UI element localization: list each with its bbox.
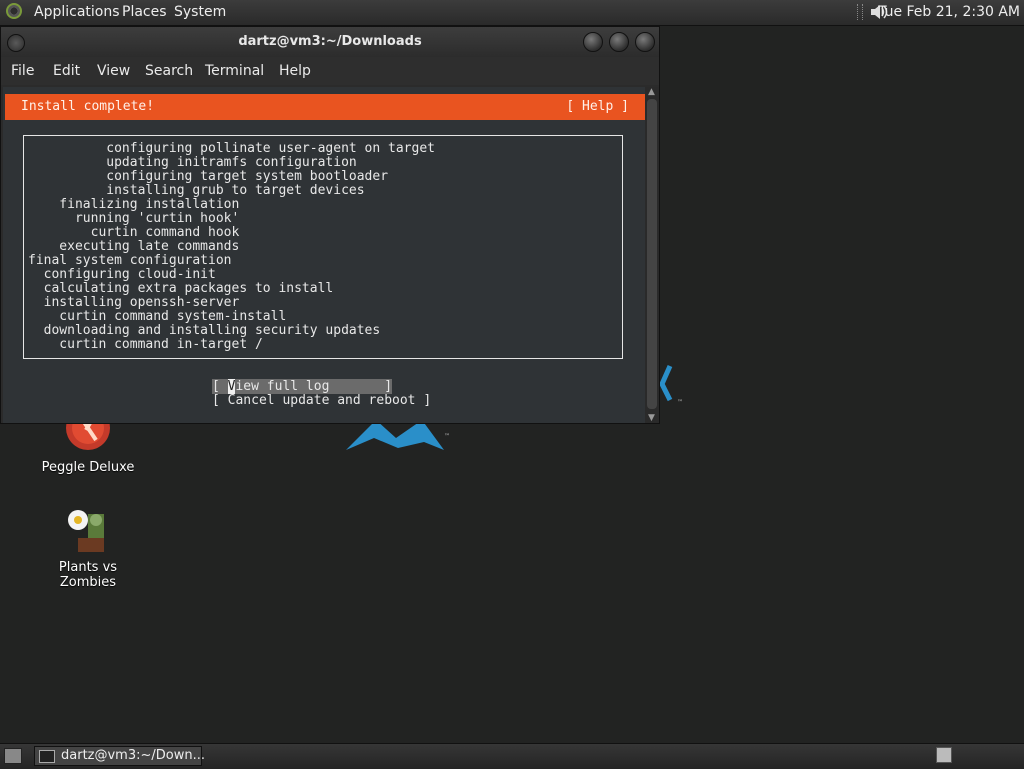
- window-title: dartz@vm3:~/Downloads: [238, 34, 422, 49]
- applications-menu[interactable]: Applications: [34, 4, 120, 20]
- menu-file[interactable]: File: [11, 63, 34, 79]
- log-line: installing openssh-server: [28, 295, 240, 310]
- terminal-area[interactable]: Install complete! [ Help ] configuring p…: [3, 87, 645, 423]
- installer-header: Install complete! [ Help ]: [5, 94, 645, 120]
- log-line: executing late commands: [28, 239, 240, 254]
- svg-text:™: ™: [677, 399, 683, 406]
- scroll-thumb[interactable]: [647, 99, 657, 409]
- log-line: configuring target system bootloader: [28, 169, 389, 184]
- task-label: dartz@vm3:~/Down...: [61, 748, 205, 763]
- button-label: iew full log: [235, 379, 330, 394]
- taskbar-terminal-button[interactable]: dartz@vm3:~/Down...: [34, 746, 205, 766]
- cancel-update-and-reboot-button[interactable]: [ Cancel update and reboot ]: [212, 394, 431, 408]
- view-full-log-button[interactable]: [ View full log ]: [212, 379, 393, 394]
- log-line: curtin command hook: [28, 225, 240, 240]
- bracket-close: ]: [415, 393, 432, 408]
- terminal-window[interactable]: dartz@vm3:~/Downloads File Edit View Sea…: [0, 26, 660, 424]
- system-menu[interactable]: System: [174, 4, 226, 20]
- plants-vs-zombies-icon: [68, 510, 104, 552]
- bracket-close: ]: [329, 379, 393, 394]
- clock[interactable]: Tue Feb 21, 2:30 AM: [878, 4, 1020, 20]
- svg-text:™: ™: [444, 433, 450, 440]
- log-line: curtin command system-install: [28, 309, 287, 324]
- bottom-panel: dartz@vm3:~/Down...: [0, 743, 1024, 769]
- show-desktop-icon[interactable]: [4, 748, 22, 764]
- log-line: running 'curtin hook': [28, 211, 240, 226]
- desktop-icon-plants-vs-zombies[interactable]: Plants vs Zombies: [33, 506, 143, 590]
- top-panel: Applications Places System Tue Feb 21, 2…: [0, 0, 1024, 26]
- help-button[interactable]: [ Help ]: [566, 99, 629, 114]
- log-line: curtin command in-target /: [28, 337, 263, 352]
- log-line: finalizing installation: [28, 197, 240, 212]
- menu-view[interactable]: View: [97, 63, 130, 79]
- places-menu[interactable]: Places: [122, 4, 167, 20]
- installer-title: Install complete!: [21, 99, 155, 114]
- workspace-switcher[interactable]: [936, 747, 952, 763]
- install-log-box: configuring pollinate user-agent on targ…: [23, 135, 623, 359]
- menu-edit[interactable]: Edit: [53, 63, 80, 79]
- log-line: installing grub to target devices: [28, 183, 365, 198]
- bracket-open: [: [212, 379, 228, 394]
- scroll-up-icon[interactable]: ▲: [648, 87, 655, 97]
- desktop-icon-label: Peggle Deluxe: [41, 460, 135, 475]
- terminal-icon: [39, 750, 55, 763]
- menu-terminal[interactable]: Terminal: [205, 63, 264, 79]
- button-label: Cancel update and reboot: [227, 393, 416, 408]
- log-line: updating initramfs configuration: [28, 155, 357, 170]
- panel-handle: [857, 4, 863, 20]
- terminal-scrollbar[interactable]: ▲ ▼: [645, 87, 659, 423]
- distro-logo-icon[interactable]: [6, 3, 22, 19]
- log-line: downloading and installing security upda…: [28, 323, 381, 338]
- window-titlebar[interactable]: dartz@vm3:~/Downloads: [1, 27, 659, 57]
- maximize-button[interactable]: [609, 32, 629, 52]
- close-button[interactable]: [635, 32, 655, 52]
- desktop-icon-label: Plants vs Zombies: [58, 560, 118, 590]
- window-menubar: File Edit View Search Terminal Help: [1, 57, 659, 85]
- bracket-open: [: [212, 393, 228, 408]
- scroll-down-icon[interactable]: ▼: [648, 413, 655, 423]
- menu-help[interactable]: Help: [279, 63, 311, 79]
- log-line: calculating extra packages to install: [28, 281, 334, 296]
- minimize-button[interactable]: [583, 32, 603, 52]
- log-line: configuring pollinate user-agent on targ…: [28, 141, 435, 156]
- menu-search[interactable]: Search: [145, 63, 193, 79]
- log-line: final system configuration: [28, 253, 232, 268]
- log-line: configuring cloud-init: [28, 267, 216, 282]
